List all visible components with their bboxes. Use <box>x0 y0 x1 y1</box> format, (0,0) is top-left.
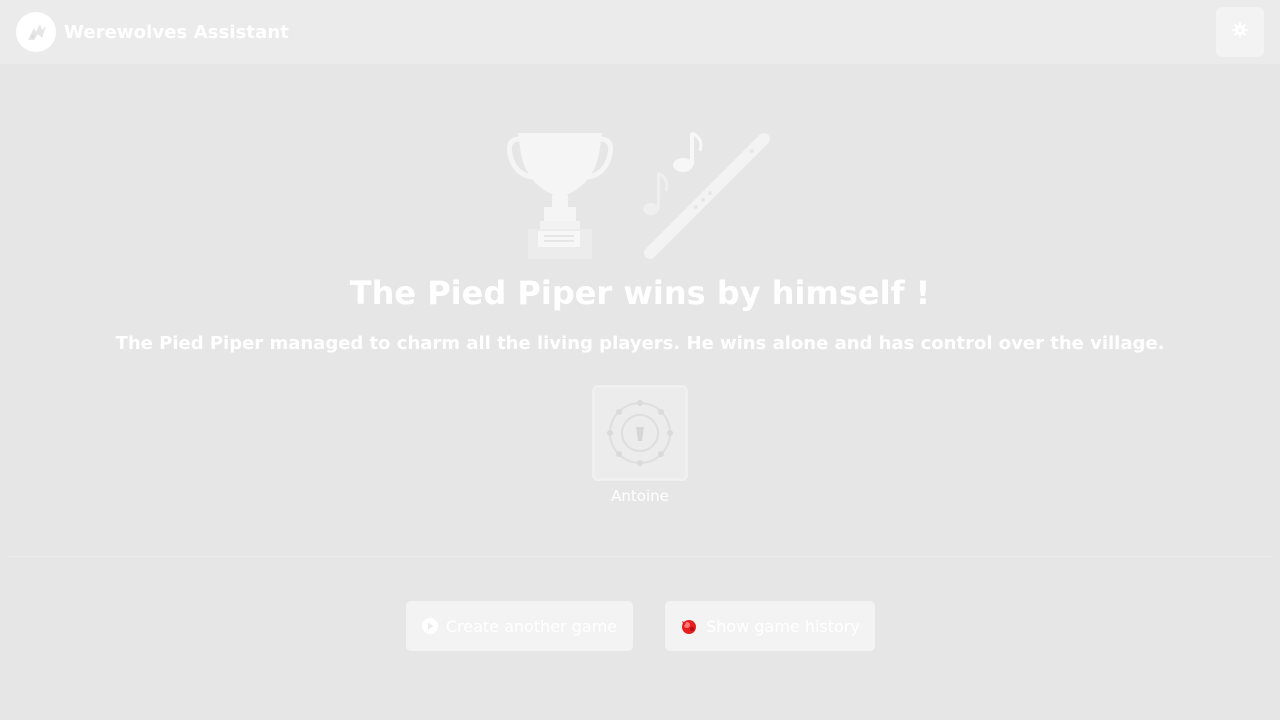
app-title: Werewolves Assistant <box>64 21 290 43</box>
player-name: Antoine <box>611 487 669 505</box>
divider <box>8 556 1272 557</box>
pied-piper-role-icon <box>592 385 688 481</box>
history-icon <box>680 617 698 635</box>
show-game-history-button[interactable]: Show game history <box>665 601 875 651</box>
create-another-game-label: Create another game <box>445 616 618 636</box>
show-game-history-label: Show game history <box>706 616 860 636</box>
werewolf-logo-icon <box>16 12 56 52</box>
create-another-game-button[interactable]: Create another game <box>406 601 633 651</box>
result-title: The Pied Piper wins by himself ! <box>349 274 931 312</box>
brand[interactable]: Werewolves Assistant <box>16 12 289 52</box>
result-description: The Pied Piper managed to charm all the … <box>115 333 1165 354</box>
winner-player: Antoine <box>590 385 690 510</box>
play-circle-icon <box>421 618 438 634</box>
settings-button[interactable] <box>1216 7 1264 57</box>
navbar: Werewolves Assistant <box>0 0 1280 64</box>
trophy-icon <box>506 133 614 259</box>
flute-icon <box>644 133 770 259</box>
gear-icon <box>1232 22 1248 42</box>
victory-illustration <box>500 125 780 265</box>
